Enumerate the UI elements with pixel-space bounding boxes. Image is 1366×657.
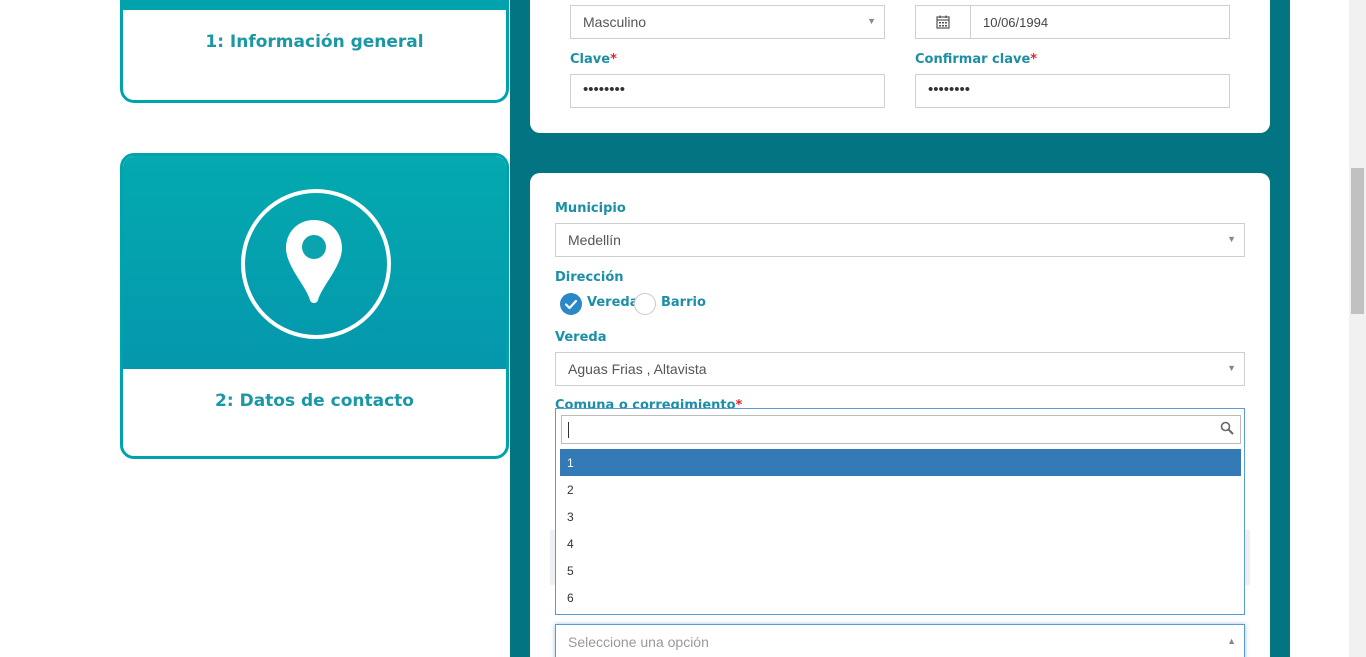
text-cursor <box>568 422 569 438</box>
radio-barrio[interactable] <box>634 293 656 315</box>
confirm-password-input[interactable]: •••••••• <box>915 74 1230 108</box>
dropdown-option[interactable]: 5 <box>560 557 1241 584</box>
confirm-label-text: Confirmar clave <box>915 52 1031 67</box>
birthdate-value: 10/06/1994 <box>983 15 1049 30</box>
password-input[interactable]: •••••••• <box>570 74 885 108</box>
dropdown-option[interactable]: 6 <box>560 584 1241 611</box>
step-card-contact-info[interactable]: 2: Datos de contacto <box>120 153 509 459</box>
step-card-general-info[interactable]: 1: Información general <box>120 0 509 103</box>
page-scrollbar[interactable] <box>1349 0 1366 657</box>
location-pin-icon <box>286 220 342 303</box>
chevron-down-icon: ▼ <box>1227 363 1236 373</box>
registration-page: 1: Información general 2: Datos de conta… <box>0 0 1366 657</box>
check-icon <box>564 299 578 310</box>
municipio-select[interactable]: Medellín ▼ <box>555 223 1245 257</box>
comuna-dropdown[interactable]: 1 2 3 4 5 6 <box>555 408 1245 615</box>
password-label: Clave* <box>570 52 617 67</box>
municipio-label: Municipio <box>555 201 626 216</box>
password-value: •••••••• <box>583 81 626 98</box>
dropdown-search-input[interactable] <box>561 415 1241 444</box>
chevron-up-icon: ▲ <box>1227 636 1236 646</box>
radio-vereda-label[interactable]: Vereda <box>587 295 638 310</box>
comuna-select[interactable]: Seleccione una opción ▲ <box>555 624 1245 657</box>
step-2-label: 2: Datos de contacto <box>215 391 414 411</box>
dropdown-option[interactable]: 4 <box>560 530 1241 557</box>
confirm-password-value: •••••••• <box>928 81 971 98</box>
municipio-value: Medellín <box>568 232 621 248</box>
vereda-value: Aguas Frias , Altavista <box>568 361 707 377</box>
gender-select[interactable]: Masculino ▼ <box>570 5 885 39</box>
scrollbar-thumb[interactable] <box>1351 168 1364 314</box>
password-label-text: Clave <box>570 52 611 67</box>
step-title: 1: Información general <box>123 32 506 52</box>
vereda-select[interactable]: Aguas Frias , Altavista ▼ <box>555 352 1245 386</box>
calendar-icon[interactable] <box>916 6 971 38</box>
vereda-label: Vereda <box>555 330 607 345</box>
dropdown-option[interactable]: 3 <box>560 503 1241 530</box>
step-hero <box>123 156 506 369</box>
confirm-password-label: Confirmar clave* <box>915 52 1037 67</box>
dropdown-option[interactable]: 2 <box>560 476 1241 503</box>
dropdown-option[interactable]: 1 <box>560 449 1241 476</box>
required-mark: * <box>1030 52 1038 67</box>
step-title: 2: Datos de contacto <box>123 391 506 411</box>
step-1-label: 1: Información general <box>205 32 424 52</box>
chevron-down-icon: ▼ <box>1227 234 1236 244</box>
radio-vereda[interactable] <box>560 293 582 315</box>
search-icon <box>1220 421 1234 435</box>
radio-barrio-label[interactable]: Barrio <box>661 295 706 310</box>
required-mark: * <box>610 52 617 67</box>
step-card-header <box>120 0 509 10</box>
direccion-label: Dirección <box>555 270 624 285</box>
gender-value: Masculino <box>583 14 647 30</box>
select-placeholder: Seleccione una opción <box>568 634 709 650</box>
chevron-down-icon: ▼ <box>867 16 876 26</box>
birthdate-field[interactable]: 10/06/1994 <box>915 5 1230 39</box>
